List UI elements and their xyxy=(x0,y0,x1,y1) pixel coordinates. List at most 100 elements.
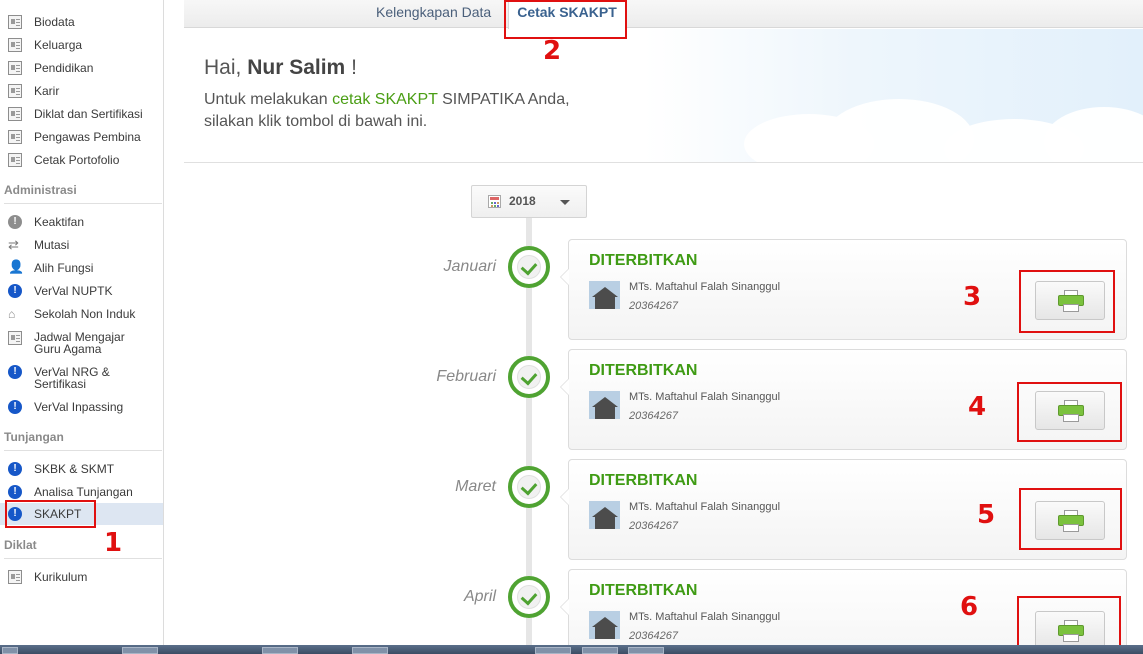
sidebar-item-analisa-tunjangan[interactable]: ! Analisa Tunjangan xyxy=(0,484,163,500)
sidebar-item-cetak-portofolio[interactable]: Cetak Portofolio xyxy=(0,152,163,168)
year-select[interactable]: 2018 xyxy=(471,185,587,218)
annotation-number: 6 xyxy=(960,592,979,622)
sidebar-item-label: Kurikulum xyxy=(34,570,88,584)
sidebar-item-verval-nrg[interactable]: ! VerVal NRG & Sertifikasi xyxy=(0,364,163,392)
sidebar-item-label: Mutasi xyxy=(34,238,70,252)
sidebar-item-diklat-sertifikasi[interactable]: Diklat dan Sertifikasi xyxy=(0,106,163,122)
timeline-month: Februari xyxy=(436,368,496,385)
greeting: Hai, Nur Salim ! xyxy=(204,56,357,80)
sidebar-item-sekolah-non-induk[interactable]: ⌂ Sekolah Non Induk xyxy=(0,306,163,322)
card-pointer xyxy=(560,268,569,286)
hero-banner: Hai, Nur Salim ! Untuk melakukan cetak S… xyxy=(184,29,1143,163)
status-label: DITERBITKAN xyxy=(589,472,698,489)
school-name: MTs. Maftahul Falah Sinanggul xyxy=(629,611,781,623)
sidebar-item-pendidikan[interactable]: Pendidikan xyxy=(0,60,163,76)
sidebar-item-jadwal-mengajar[interactable]: Jadwal Mengajar Guru Agama xyxy=(0,329,163,357)
taskbar-item[interactable] xyxy=(535,647,571,654)
taskbar-item[interactable] xyxy=(122,647,158,654)
section-title-administrasi: Administrasi xyxy=(4,183,77,197)
sidebar-item-label: VerVal NRG & Sertifikasi xyxy=(34,365,110,391)
sidebar-item-label: Pengawas Pembina xyxy=(34,130,141,144)
tab-kelengkapan-data[interactable]: Kelengkapan Data xyxy=(376,0,491,28)
app-root: Biodata Keluarga Pendidikan Karir Diklat… xyxy=(0,0,1143,654)
calendar-icon xyxy=(488,195,501,208)
document-icon xyxy=(8,38,22,52)
school-icon xyxy=(589,391,620,419)
annotation-number: 1 xyxy=(104,528,123,558)
info-icon: ! xyxy=(8,462,22,476)
sidebar-item-biodata[interactable]: Biodata xyxy=(0,14,163,30)
sidebar-item-label: Karir xyxy=(34,84,60,98)
sidebar-item-kurikulum[interactable]: Kurikulum xyxy=(0,569,163,585)
check-circle-icon xyxy=(508,576,550,618)
card-pointer xyxy=(560,488,569,506)
sidebar-item-label: Sekolah Non Induk xyxy=(34,307,136,321)
annotation-box xyxy=(504,0,627,39)
sidebar-item-mutasi[interactable]: ⇄ Mutasi xyxy=(0,237,163,253)
sidebar: Biodata Keluarga Pendidikan Karir Diklat… xyxy=(0,0,164,645)
sidebar-item-keluarga[interactable]: Keluarga xyxy=(0,37,163,53)
school-icon xyxy=(589,611,620,639)
info-icon: ! xyxy=(8,485,22,499)
taskbar-item[interactable] xyxy=(352,647,388,654)
check-circle-icon xyxy=(508,246,550,288)
annotation-number: 2 xyxy=(543,36,562,66)
school-id: 20364267 xyxy=(629,630,678,642)
sidebar-item-label: Keaktifan xyxy=(34,215,85,229)
section-title-tunjangan: Tunjangan xyxy=(4,430,64,444)
sidebar-item-label: Diklat dan Sertifikasi xyxy=(34,107,143,121)
school-id: 20364267 xyxy=(629,520,678,532)
divider xyxy=(4,450,162,451)
sidebar-item-alih-fungsi[interactable]: 👤 Alih Fungsi xyxy=(0,260,163,276)
document-icon xyxy=(8,15,22,29)
check-mark-icon xyxy=(517,585,541,609)
school-name: MTs. Maftahul Falah Sinanggul xyxy=(629,281,781,293)
section-title-diklat: Diklat xyxy=(4,538,37,552)
card-pointer xyxy=(560,598,569,616)
instruction-line2: silakan klik tombol di bawah ini. xyxy=(204,113,428,130)
sidebar-item-keaktifan[interactable]: ! Keaktifan xyxy=(0,214,163,230)
annotation-number: 4 xyxy=(968,392,987,422)
sidebar-item-pengawas-pembina[interactable]: Pengawas Pembina xyxy=(0,129,163,145)
divider xyxy=(4,203,162,204)
sidebar-item-label: Pendidikan xyxy=(34,61,94,75)
school-name: MTs. Maftahul Falah Sinanggul xyxy=(629,501,781,513)
document-icon xyxy=(8,107,22,121)
sidebar-item-label: Alih Fungsi xyxy=(34,261,94,275)
year-value: 2018 xyxy=(509,194,536,208)
taskbar-item[interactable] xyxy=(628,647,664,654)
cloud-decoration xyxy=(1044,107,1143,162)
sidebar-item-skbk-skmt[interactable]: ! SKBK & SKMT xyxy=(0,461,163,477)
tab-bar: Kelengkapan Data Cetak SKAKPT xyxy=(184,0,1143,29)
greeting-suffix: ! xyxy=(351,56,357,79)
instruction-highlight: SKAKPT xyxy=(374,91,438,108)
annotation-box xyxy=(5,500,96,528)
info-grey-icon: ! xyxy=(8,215,22,229)
annotation-box xyxy=(1019,270,1115,333)
school-icon: ⌂ xyxy=(8,307,16,321)
instruction-text: Untuk melakukan cetak SKAKPT SIMPATIKA A… xyxy=(204,89,644,133)
taskbar-item[interactable] xyxy=(582,647,618,654)
sidebar-item-karir[interactable]: Karir xyxy=(0,83,163,99)
os-taskbar xyxy=(0,645,1143,654)
school-id: 20364267 xyxy=(629,300,678,312)
user-icon: 👤 xyxy=(8,259,25,274)
document-icon xyxy=(8,570,22,584)
instruction-highlight: cetak xyxy=(332,91,371,108)
sidebar-item-label: Cetak Portofolio xyxy=(34,153,120,167)
document-icon xyxy=(8,130,22,144)
status-label: DITERBITKAN xyxy=(589,582,698,599)
sidebar-item-label: Keluarga xyxy=(34,38,83,52)
document-icon xyxy=(8,153,22,167)
sidebar-item-label: Analisa Tunjangan xyxy=(34,485,133,499)
user-name: Nur Salim xyxy=(247,56,346,79)
start-button[interactable] xyxy=(2,647,18,654)
annotation-box xyxy=(1017,596,1121,650)
taskbar-item[interactable] xyxy=(262,647,298,654)
sidebar-item-verval-nuptk[interactable]: ! VerVal NUPTK xyxy=(0,283,163,299)
check-mark-icon xyxy=(517,255,541,279)
document-icon xyxy=(8,61,22,75)
sidebar-item-verval-inpassing[interactable]: ! VerVal Inpassing xyxy=(0,399,163,415)
info-icon: ! xyxy=(8,284,22,298)
school-name: MTs. Maftahul Falah Sinanggul xyxy=(629,391,781,403)
